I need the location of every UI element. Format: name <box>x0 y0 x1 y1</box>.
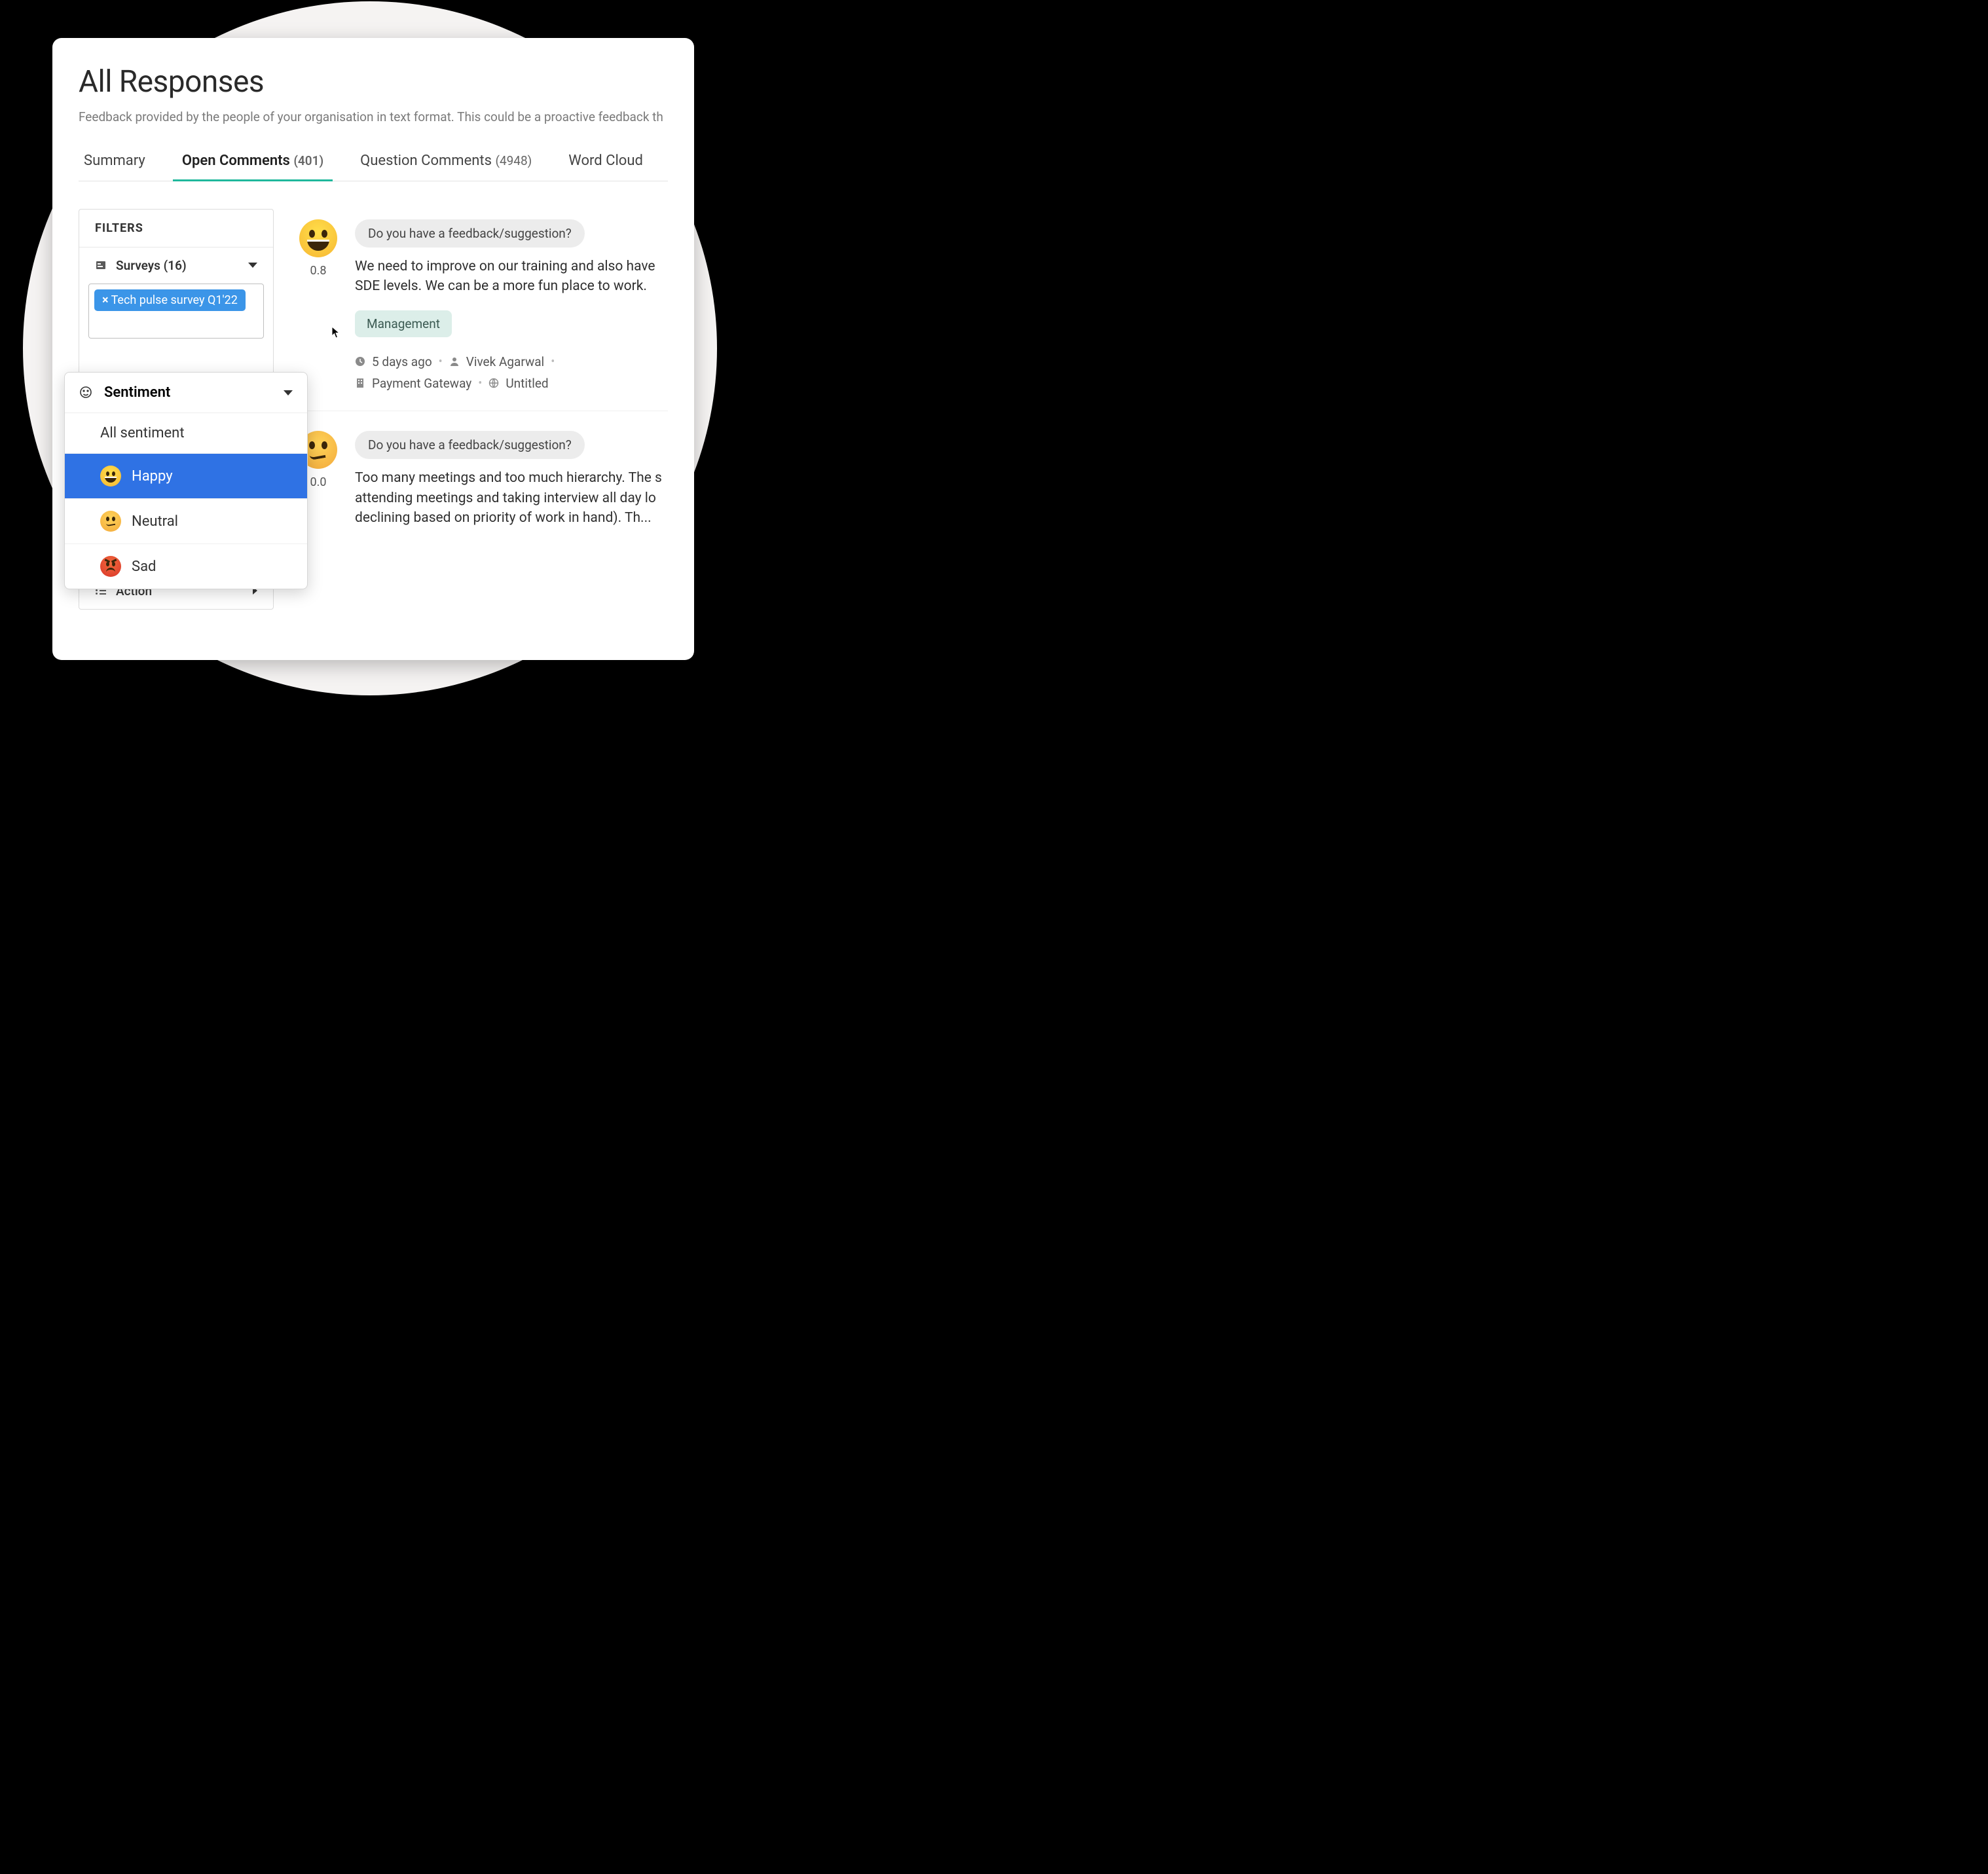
comments-column: 0.8 Do you have a feedback/suggestion? W… <box>296 209 668 610</box>
tab-open-comments[interactable]: Open Comments (401) <box>177 146 329 181</box>
survey-chip-input[interactable]: ×Tech pulse survey Q1'22 <box>88 284 264 339</box>
sentiment-option-neutral-label: Neutral <box>132 513 178 530</box>
sentiment-option-sad-label: Sad <box>132 559 156 575</box>
sentiment-dropdown[interactable]: Sentiment All sentiment Happy Neutral Sa… <box>64 372 308 589</box>
comment-text: We need to improve on our training and a… <box>355 257 665 297</box>
sentiment-option-happy[interactable]: Happy <box>65 454 307 499</box>
sentiment-score: 0.0 <box>310 475 327 489</box>
filters-heading: FILTERS <box>79 210 273 248</box>
comment-sentiment-col: 0.8 <box>299 219 338 392</box>
chevron-down-icon <box>248 263 257 268</box>
meta-author: Vivek Agarwal <box>449 354 544 369</box>
sentiment-option-neutral[interactable]: Neutral <box>65 499 307 544</box>
tab-question-label: Question Comments <box>360 153 492 169</box>
comment-meta: 5 days ago • Vivek Agarwal • <box>355 354 665 391</box>
tab-open-count: (401) <box>293 153 323 168</box>
tab-word-cloud[interactable]: Word Cloud <box>563 146 648 181</box>
person-icon <box>449 356 461 368</box>
chip-label: Tech pulse survey Q1'22 <box>111 293 238 307</box>
tab-question-count: (4948) <box>495 153 532 168</box>
page-title: All Responses <box>79 64 668 100</box>
chevron-down-icon <box>284 390 293 395</box>
meta-time-value: 5 days ago <box>372 354 432 369</box>
dot-separator: • <box>551 355 555 369</box>
sentiment-header[interactable]: Sentiment <box>65 373 307 413</box>
sentiment-option-all-label: All sentiment <box>100 425 185 441</box>
comment-body: Do you have a feedback/suggestion? We ne… <box>355 219 665 392</box>
sentiment-title: Sentiment <box>104 384 170 401</box>
meta-author-value: Vivek Agarwal <box>466 354 544 369</box>
comment-card: 0.8 Do you have a feedback/suggestion? W… <box>296 209 668 411</box>
tab-question-comments[interactable]: Question Comments (4948) <box>355 146 537 181</box>
meta-time: 5 days ago <box>355 354 432 369</box>
question-prompt: Do you have a feedback/suggestion? <box>355 219 585 248</box>
meta-extra: Untitled <box>488 376 548 391</box>
chip-remove-icon[interactable]: × <box>102 293 109 307</box>
tab-bar: Summary Open Comments (401) Question Com… <box>79 146 668 181</box>
page-subtitle: Feedback provided by the people of your … <box>79 109 668 126</box>
clock-icon <box>355 356 367 368</box>
comment-body: Do you have a feedback/suggestion? Too m… <box>355 431 665 542</box>
sentiment-option-sad[interactable]: Sad <box>65 544 307 589</box>
neutral-face-icon <box>100 511 121 532</box>
filter-surveys[interactable]: Surveys (16) <box>79 248 273 284</box>
angry-face-icon <box>100 556 121 577</box>
building-icon <box>355 378 367 390</box>
tab-summary-label: Summary <box>84 153 145 169</box>
meta-dept-value: Payment Gateway <box>372 376 471 391</box>
face-outline-icon <box>79 386 94 400</box>
dot-separator: • <box>439 355 443 369</box>
comment-text: Too many meetings and too much hierarchy… <box>355 468 665 528</box>
topic-tag[interactable]: Management <box>355 310 452 337</box>
tab-open-label: Open Comments <box>182 153 290 169</box>
survey-chip[interactable]: ×Tech pulse survey Q1'22 <box>94 289 246 311</box>
comment-card: 0.0 Do you have a feedback/suggestion? T… <box>296 411 668 562</box>
globe-icon <box>488 378 500 390</box>
tab-summary[interactable]: Summary <box>79 146 151 181</box>
question-prompt: Do you have a feedback/suggestion? <box>355 431 585 459</box>
happy-face-icon <box>100 466 121 487</box>
surveys-icon <box>95 259 107 271</box>
sentiment-option-happy-label: Happy <box>132 468 173 485</box>
sentiment-score: 0.8 <box>310 264 327 278</box>
filter-surveys-label: Surveys (16) <box>116 258 187 273</box>
meta-dept: Payment Gateway <box>355 376 471 391</box>
happy-face-icon <box>299 219 337 257</box>
tab-wordcloud-label: Word Cloud <box>568 153 643 169</box>
meta-extra-value: Untitled <box>506 376 548 391</box>
dot-separator: • <box>478 377 482 390</box>
sentiment-option-all[interactable]: All sentiment <box>65 413 307 454</box>
